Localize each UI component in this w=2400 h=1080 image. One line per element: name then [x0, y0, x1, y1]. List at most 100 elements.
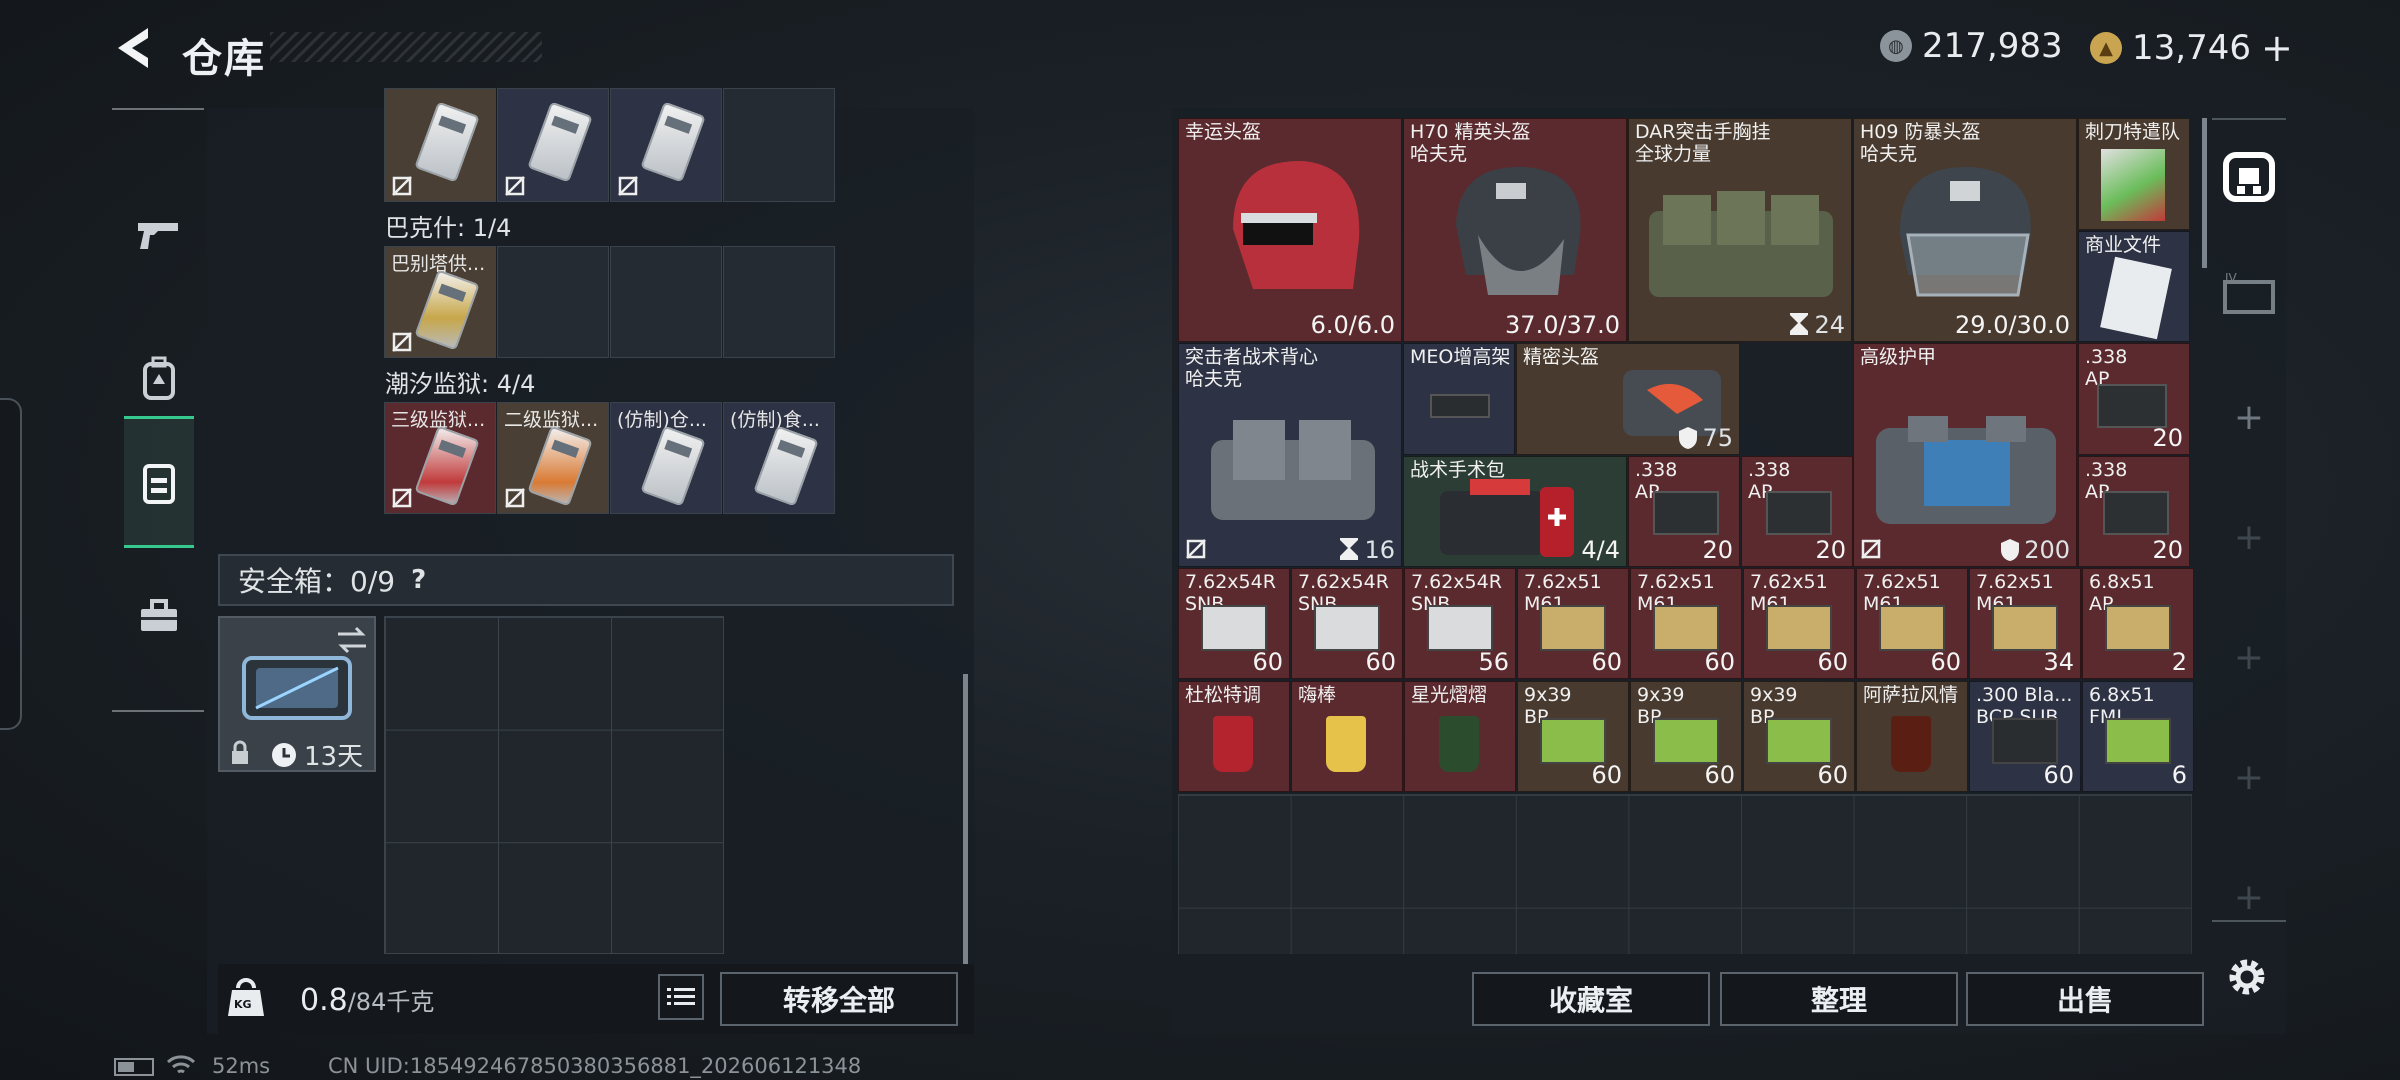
edge-drawer-handle[interactable]: [0, 398, 22, 730]
item-card-slot[interactable]: [610, 88, 722, 202]
item-card-slot[interactable]: [384, 88, 496, 202]
tab-vest[interactable]: [124, 416, 194, 548]
ammo-box-icon: [2105, 605, 2171, 651]
scrollbar[interactable]: [2202, 118, 2207, 268]
item-assault-vest[interactable]: 突击者战术背心 哈夫克 16: [1178, 343, 1402, 567]
item-consumable[interactable]: 嗨棒: [1291, 681, 1403, 792]
item-consumable[interactable]: 杜松特调: [1178, 681, 1290, 792]
add-tab-button[interactable]: +: [2214, 862, 2284, 932]
empty-grid[interactable]: [1178, 794, 2192, 954]
item-lucky-helmet[interactable]: 幸运头盔 6.0/6.0: [1178, 118, 1402, 342]
no-drop-icon: [392, 332, 412, 352]
currency-2[interactable]: ▲ 13,746 +: [2090, 26, 2293, 70]
safebox-item[interactable]: 13天: [218, 616, 376, 772]
collection-room-button[interactable]: 收藏室: [1472, 972, 1710, 1026]
ammo-box-icon: [1540, 605, 1606, 651]
item-business-docs[interactable]: 商业文件: [2078, 231, 2190, 342]
wifi-icon: [166, 1055, 196, 1074]
empty-slot[interactable]: [723, 88, 835, 202]
no-drop-icon: [392, 176, 412, 196]
item-ammo[interactable]: 7.62x51 M61 60: [1743, 568, 1855, 679]
safebox-timer: 13天: [270, 736, 363, 773]
item-dar-chest-rig[interactable]: DAR突击手胸挂 全球力量 24: [1628, 118, 1852, 342]
item-h09-helmet[interactable]: H09 防暴头盔 哈夫克 29.0/30.0: [1853, 118, 2077, 342]
add-tab-button[interactable]: +: [2214, 502, 2284, 572]
item-card-slot[interactable]: 二级监狱...: [497, 402, 609, 514]
item-consumable[interactable]: 9x39 BP 60: [1743, 681, 1855, 792]
item-consumable[interactable]: 9x39 BP 60: [1517, 681, 1629, 792]
item-count: 60: [1365, 648, 1396, 676]
item-medkit[interactable]: 战术手术包 4/4: [1403, 456, 1627, 567]
no-drop-icon: [392, 488, 412, 508]
armor-icon: [1876, 416, 2056, 524]
capacity-icon: [1790, 313, 1809, 335]
scrollbar[interactable]: [963, 674, 968, 964]
add-tab-button[interactable]: +: [2214, 382, 2284, 452]
item-ammo[interactable]: 7.62x54R SNB 56: [1404, 568, 1516, 679]
tab-stash[interactable]: [2214, 142, 2284, 212]
tab-toolbox[interactable]: [124, 550, 194, 682]
item-meo-mount[interactable]: MEO增高架: [1403, 343, 1515, 455]
item-ammo[interactable]: 7.62x51 M61 34: [1969, 568, 2081, 679]
helmet-icon: [1899, 166, 2031, 297]
ammo-box-icon: [2103, 491, 2169, 535]
safebox-grid[interactable]: [384, 616, 724, 954]
item-ammo[interactable]: 6.8x51 AP 2: [2082, 568, 2194, 679]
item-ammo-338-ap[interactable]: .338 AP 20: [2078, 456, 2190, 567]
svg-text:IV: IV: [2225, 271, 2238, 285]
sort-button[interactable]: 整理: [1720, 972, 1958, 1026]
empty-slot[interactable]: [610, 246, 722, 358]
item-knife-unit[interactable]: 刺刀特遣队: [2078, 118, 2190, 230]
item-ammo[interactable]: 7.62x54R SNB 60: [1178, 568, 1290, 679]
sell-button[interactable]: 出售: [1966, 972, 2204, 1026]
help-button[interactable]: ?: [411, 565, 426, 595]
item-card-slot[interactable]: (仿制)食...: [723, 402, 835, 514]
item-h70-helmet[interactable]: H70 精英头盔 哈夫克 37.0/37.0: [1403, 118, 1627, 342]
item-card-slot[interactable]: 三级监狱...: [384, 402, 496, 514]
item-card-slot[interactable]: 巴别塔供...: [384, 246, 496, 358]
item-consumable[interactable]: 阿萨拉风情: [1856, 681, 1968, 792]
item-precise-helmet[interactable]: 精密头盔 75: [1516, 343, 1740, 455]
list-view-button[interactable]: [658, 974, 704, 1020]
item-ammo[interactable]: 7.62x51 M61 60: [1856, 568, 1968, 679]
tab-weapons[interactable]: [124, 170, 194, 302]
transfer-all-button[interactable]: 转移全部: [720, 972, 958, 1026]
item-consumable[interactable]: 9x39 BP 60: [1630, 681, 1742, 792]
weight-icon: KG: [228, 978, 264, 1018]
vest-icon: [143, 464, 175, 504]
item-ammo[interactable]: 7.62x54R SNB 60: [1291, 568, 1403, 679]
add-tab-button[interactable]: +: [2214, 622, 2284, 692]
add-tab-button[interactable]: +: [2214, 742, 2284, 812]
currency-1-value: 217,983: [1922, 26, 2063, 66]
tab-container-iv[interactable]: IV: [2214, 258, 2284, 328]
item-count: 60: [1930, 648, 1961, 676]
item-consumable[interactable]: .300 Bla... BCP SUB 60: [1969, 681, 2081, 792]
swap-icon[interactable]: [336, 626, 368, 654]
safebox-header: 安全箱：0/9 ?: [218, 554, 954, 606]
no-drop-icon: [618, 176, 638, 196]
item-count: 60: [1704, 648, 1735, 676]
add-currency-button[interactable]: +: [2261, 26, 2293, 70]
item-ammo[interactable]: 7.62x51 M61 60: [1630, 568, 1742, 679]
item-card-slot[interactable]: [497, 88, 609, 202]
item-ammo-338-ap[interactable]: .338 AP 20: [2078, 343, 2190, 455]
item-count: 2: [2171, 648, 2187, 676]
item-consumable[interactable]: 星光熠熠: [1404, 681, 1516, 792]
settings-button[interactable]: [2224, 954, 2270, 1000]
lock-icon: [232, 740, 248, 764]
empty-slot[interactable]: [497, 246, 609, 358]
backpack-icon: [143, 356, 175, 400]
item-count: 60: [1817, 648, 1848, 676]
item-ammo-338-ap[interactable]: .338 AP 20: [1628, 456, 1740, 567]
item-ammo[interactable]: 7.62x51 M61 60: [1517, 568, 1629, 679]
keycard-icon: [527, 425, 593, 507]
item-advanced-armor[interactable]: 高级护甲 200: [1853, 343, 2077, 567]
item-label: 星光熠熠: [1411, 684, 1488, 706]
back-button[interactable]: [112, 24, 156, 72]
empty-slot[interactable]: [723, 246, 835, 358]
group-label-prison: 潮汐监狱: 4/4: [385, 370, 536, 398]
item-ammo-338-ap[interactable]: .338 AP 20: [1741, 456, 1853, 567]
item-card-slot[interactable]: (仿制)仓...: [610, 402, 722, 514]
ammo-box-icon: [1653, 605, 1719, 651]
item-consumable[interactable]: 6.8x51 FMJ 6: [2082, 681, 2194, 792]
